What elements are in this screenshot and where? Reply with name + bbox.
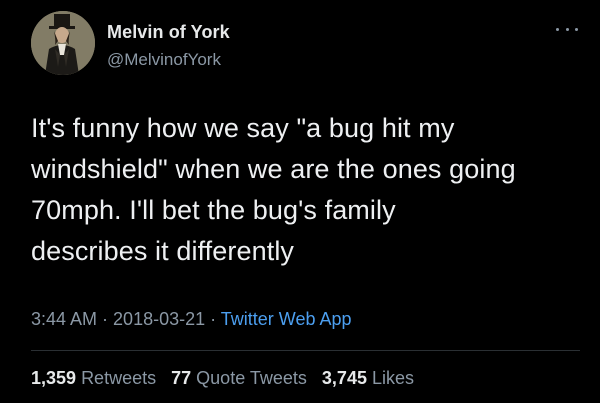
source-app-link[interactable]: Twitter Web App — [221, 309, 352, 329]
likes-count: 3,745 — [321, 368, 367, 388]
meta-separator: · — [97, 309, 114, 329]
quote-tweets-count: 77 — [171, 368, 192, 388]
avatar[interactable] — [31, 11, 95, 75]
tweet-text-line: describes it differently — [31, 236, 295, 266]
author-handle[interactable]: @MelvinofYork — [107, 50, 221, 70]
tweet-text-line: windshield" when we are the ones going — [31, 154, 516, 184]
tweet-card: Melvin of York @MelvinofYork It's funny … — [0, 0, 600, 403]
tweet-text-line: It's funny how we say "a bug hit my — [31, 113, 455, 143]
retweets-label: Retweets — [81, 368, 157, 388]
tweet-text-line: 70mph. I'll bet the bug's family — [31, 195, 396, 225]
tweet-date[interactable]: 2018-03-21 — [113, 309, 205, 329]
author-name[interactable]: Melvin of York — [107, 22, 230, 43]
retweets-count: 1,359 — [31, 368, 77, 388]
retweets-stat[interactable]: 1,359 Retweets — [31, 368, 156, 388]
ellipsis-dot — [556, 27, 559, 31]
tweet-text: It's funny how we say "a bug hit my wind… — [31, 108, 591, 272]
divider — [31, 350, 580, 351]
quote-tweets-label: Quote Tweets — [196, 368, 307, 388]
portrait-avatar-icon — [31, 11, 95, 75]
ellipsis-dot — [565, 27, 569, 31]
tweet-meta: 3:44 AM · 2018-03-21 · Twitter Web App — [31, 309, 352, 330]
quote-tweets-stat[interactable]: 77 Quote Tweets — [171, 368, 307, 388]
meta-separator: · — [205, 309, 221, 329]
tweet-time[interactable]: 3:44 AM — [31, 309, 97, 329]
tweet-stats: 1,359 Retweets 77 Quote Tweets 3,745 Lik… — [31, 368, 424, 389]
ellipsis-dot — [575, 27, 578, 31]
ellipsis-icon[interactable] — [556, 22, 578, 36]
likes-stat[interactable]: 3,745 Likes — [322, 368, 414, 388]
likes-label: Likes — [371, 368, 415, 388]
